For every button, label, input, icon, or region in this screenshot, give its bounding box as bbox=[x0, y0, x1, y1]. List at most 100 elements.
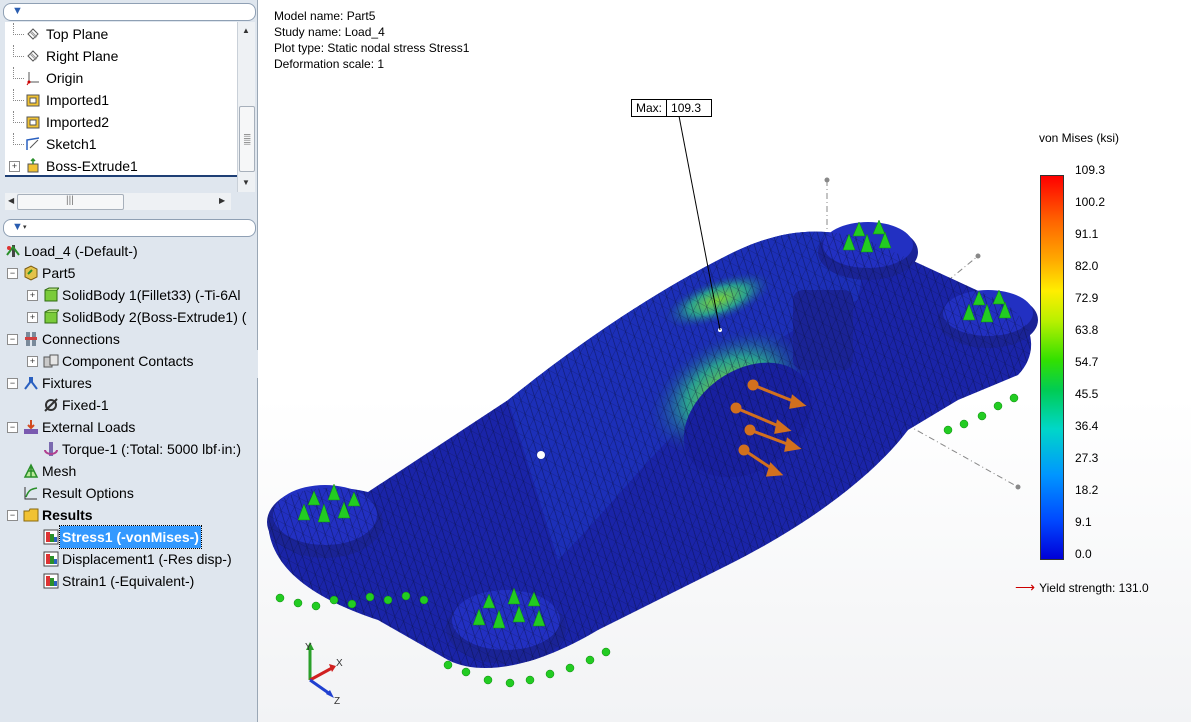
collapse-toggle-icon[interactable]: − bbox=[7, 510, 18, 521]
reference-triad: Y X Z bbox=[305, 642, 343, 707]
results-label: Results bbox=[42, 507, 93, 523]
bracket-body bbox=[267, 222, 1038, 669]
color-scale-bar bbox=[1040, 175, 1064, 560]
collapse-toggle-icon[interactable]: − bbox=[7, 268, 18, 279]
vertical-scrollbar[interactable]: ▲ ═ ═ ═ ▼ bbox=[237, 22, 255, 192]
collapse-toggle-icon[interactable]: − bbox=[7, 378, 18, 389]
boss-extrude-icon bbox=[27, 158, 39, 173]
filter-bar-study[interactable]: ▼ ▾ bbox=[3, 219, 256, 237]
feature-tree-label: Right Plane bbox=[46, 48, 119, 64]
filter-icon[interactable]: ▼ bbox=[12, 5, 23, 17]
feature-manager-pane: ▼ Top Plane Right Plane Origin Imported1 Imp… bbox=[0, 0, 258, 722]
max-probe-label[interactable]: Max: 109.3 bbox=[631, 99, 713, 117]
solid-body-icon bbox=[44, 287, 59, 302]
collapse-toggle-icon[interactable]: − bbox=[7, 422, 18, 433]
feature-tree: Top Plane Right Plane Origin Imported1 Impor… bbox=[5, 22, 237, 175]
scroll-up-icon[interactable]: ▲ bbox=[242, 26, 250, 35]
z-axis-line bbox=[309, 678, 331, 696]
solid-body-icon bbox=[44, 309, 59, 324]
yield-arrow-icon: ⟶ bbox=[1015, 579, 1036, 595]
legend-tick-label: 100.2 bbox=[1075, 195, 1106, 209]
fixtures-label: Fixtures bbox=[42, 375, 92, 391]
hscroll-thumb[interactable]: ||| bbox=[17, 194, 124, 210]
max-value: 109.3 bbox=[666, 100, 711, 116]
part-icon bbox=[24, 265, 38, 281]
legend-tick-label: 91.1 bbox=[1075, 227, 1099, 241]
x-axis-label: X bbox=[336, 658, 343, 669]
max-label: Max: bbox=[636, 101, 663, 115]
plane-icon bbox=[27, 50, 39, 62]
external-loads-label: External Loads bbox=[42, 419, 136, 435]
tree-connector bbox=[13, 111, 24, 123]
plot-info: Model name: Part5 Study name: Load_4 Plo… bbox=[274, 8, 469, 72]
feature-tree-label: Origin bbox=[46, 70, 84, 86]
yield-strength-marker: ⟶ Yield strength: 131.0 bbox=[1015, 579, 1149, 596]
displacement-result-label: Displacement1 (-Res disp-) bbox=[62, 551, 232, 567]
y-axis-label: Y bbox=[305, 642, 312, 653]
feature-tree-label: Imported1 bbox=[46, 92, 110, 108]
imported-body-icon bbox=[26, 94, 40, 107]
filter-bar-top[interactable]: ▼ bbox=[3, 3, 256, 21]
connections-icon bbox=[25, 332, 37, 346]
feature-tree-label: Imported2 bbox=[46, 114, 110, 130]
chevron-down-icon[interactable]: ▾ bbox=[23, 223, 27, 231]
z-axis-label: Z bbox=[334, 696, 340, 707]
horizontal-scrollbar[interactable]: ◀ ||| ▶ bbox=[5, 193, 231, 210]
feature-tree-label: Sketch1 bbox=[46, 136, 97, 152]
connections-label: Connections bbox=[42, 331, 120, 347]
model-name-text: Model name: Part5 bbox=[274, 9, 376, 23]
feature-tree-label: Boss-Extrude1 bbox=[46, 158, 138, 174]
tree-connector bbox=[13, 89, 24, 101]
scroll-down-icon[interactable]: ▼ bbox=[242, 178, 250, 187]
scroll-left-icon[interactable]: ◀ bbox=[8, 196, 14, 205]
divider bbox=[5, 175, 237, 177]
solid-body-label: SolidBody 2(Boss-Extrude1) ( bbox=[62, 309, 247, 325]
stress-plot-icon bbox=[43, 529, 59, 545]
legend-tick-label: 109.3 bbox=[1075, 163, 1106, 177]
legend-tick-label: 45.5 bbox=[1075, 387, 1099, 401]
mesh-label: Mesh bbox=[42, 463, 77, 479]
expand-toggle-icon[interactable]: + bbox=[27, 290, 38, 301]
graphics-area[interactable]: Model name: Part5 Study name: Load_4 Plo… bbox=[258, 0, 1191, 722]
tree-connector bbox=[13, 23, 24, 35]
sketch-icon bbox=[26, 137, 40, 150]
solid-body-label: SolidBody 1(Fillet33) (-Ti-6Al bbox=[62, 287, 241, 303]
external-loads-icon bbox=[24, 420, 38, 434]
tree-connector bbox=[13, 67, 24, 79]
origin-icon bbox=[26, 72, 39, 86]
strain-result-label: Strain1 (-Equivalent-) bbox=[62, 573, 195, 589]
fixed-geometry-icon bbox=[44, 398, 58, 412]
imported-body-icon bbox=[26, 116, 40, 129]
tree-connector bbox=[13, 133, 24, 145]
mesh-icon bbox=[23, 463, 39, 478]
legend-tick-label: 63.8 bbox=[1075, 323, 1099, 337]
study-label: Load_4 (-Default-) bbox=[24, 243, 138, 259]
legend-tick-label: 82.0 bbox=[1075, 259, 1099, 273]
legend-tick-label: 27.3 bbox=[1075, 451, 1099, 465]
component-contacts-label: Component Contacts bbox=[62, 353, 194, 369]
study-icon bbox=[6, 245, 20, 257]
scroll-thumb[interactable]: ═ ═ ═ bbox=[239, 106, 255, 172]
legend-tick-label: 9.1 bbox=[1075, 515, 1092, 529]
legend-title: von Mises (ksi) bbox=[1039, 131, 1120, 145]
study-name-text: Study name: Load_4 bbox=[274, 25, 385, 39]
legend-tick-label: 0.0 bbox=[1075, 547, 1092, 561]
expand-toggle-icon[interactable]: + bbox=[27, 356, 38, 367]
expand-toggle-icon[interactable]: + bbox=[27, 312, 38, 323]
torque-icon bbox=[44, 442, 58, 456]
part-label: Part5 bbox=[42, 265, 76, 281]
legend-tick-label: 54.7 bbox=[1075, 355, 1099, 369]
expand-toggle-icon[interactable]: + bbox=[9, 161, 20, 172]
stress-result-label[interactable]: Stress1 (-vonMises-) bbox=[59, 525, 202, 549]
collapse-toggle-icon[interactable]: − bbox=[7, 334, 18, 345]
simulation-study-tree: Load_4 (-Default-) − Part5 + SolidBody 1… bbox=[3, 238, 254, 722]
plane-icon bbox=[27, 28, 39, 40]
tree-connector bbox=[13, 45, 24, 57]
result-options-icon bbox=[24, 487, 38, 500]
scroll-right-icon[interactable]: ▶ bbox=[219, 196, 225, 205]
plot-type-text: Plot type: Static nodal stress Stress1 bbox=[274, 41, 470, 55]
fixtures-icon bbox=[24, 377, 38, 390]
strain-plot-icon bbox=[43, 573, 59, 589]
filter-icon[interactable]: ▼ bbox=[12, 221, 23, 233]
x-axis-line bbox=[309, 666, 333, 682]
